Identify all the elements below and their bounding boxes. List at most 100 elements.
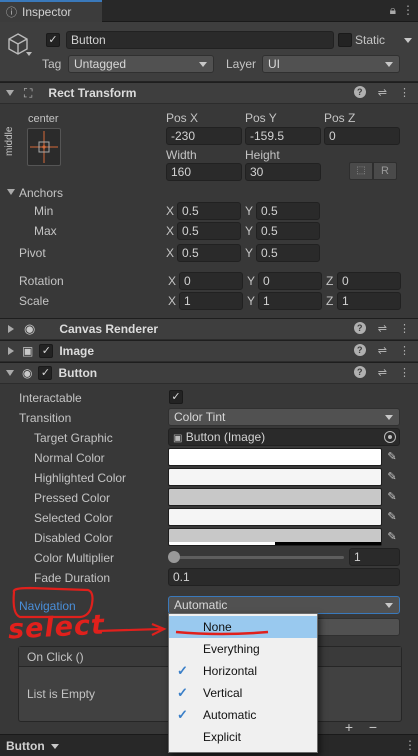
canvas-renderer-header[interactable]: ◉ Canvas Renderer ? ⇌ ⋮ (0, 318, 418, 340)
question-icon[interactable]: ? (353, 86, 366, 98)
target-graphic-value: Button (Image) (185, 430, 266, 444)
eyedropper-icon[interactable]: ✎ (385, 490, 399, 504)
tab-label: Inspector (22, 5, 72, 19)
question-icon[interactable]: ? (353, 366, 366, 378)
image-icon: ▣ (173, 433, 183, 444)
menu-item-horizontal[interactable]: ✓ Horizontal (169, 660, 317, 682)
target-icon[interactable] (384, 431, 396, 443)
image-enabled-checkbox[interactable]: ✓ (39, 344, 54, 358)
raw-edit-button[interactable]: R (373, 162, 397, 180)
fold-arrow-icon[interactable] (8, 347, 14, 355)
max-x-field[interactable]: 0.5 (177, 222, 241, 240)
menu-icon[interactable]: ⋮ (402, 3, 414, 18)
fold-arrow-icon[interactable] (8, 325, 14, 333)
button-header[interactable]: ◉ ✓ Button ? ⇌ ⋮ (0, 362, 418, 384)
color-multiplier-slider-handle[interactable] (168, 551, 180, 563)
button-enabled-checkbox[interactable]: ✓ (38, 366, 53, 380)
preset-icon[interactable]: ⇌ (378, 344, 387, 357)
highlighted-color-field[interactable] (168, 468, 382, 486)
pivot-x-field[interactable]: 0.5 (177, 244, 241, 262)
name-field[interactable]: Button (66, 31, 334, 49)
active-checkbox[interactable]: ✓ (46, 33, 60, 47)
more-icon[interactable]: ⋮ (399, 86, 410, 99)
object-selector[interactable]: Button (6, 738, 59, 754)
interactable-checkbox[interactable]: ✓ (169, 390, 183, 404)
rotation-y-field[interactable]: 0 (258, 272, 322, 290)
preset-icon[interactable]: ⇌ (378, 322, 387, 335)
max-x-axis: X (166, 224, 175, 238)
color-multiplier-slider-track[interactable] (172, 556, 344, 559)
min-label: Min (34, 204, 54, 218)
more-icon[interactable]: ⋮ (399, 322, 410, 335)
menu-item-explicit[interactable]: Explicit (169, 726, 317, 748)
pivot-y-field[interactable]: 0.5 (256, 244, 320, 262)
question-icon[interactable]: ? (353, 322, 366, 334)
layer-dropdown[interactable]: UI (262, 55, 400, 73)
rect-transform-header[interactable]: ⛶ Rect Transform ? ⇌ ⋮ (0, 82, 418, 104)
color-multiplier-field[interactable]: 1 (349, 548, 400, 566)
min-x-axis: X (166, 204, 175, 218)
chevron-down-icon[interactable] (26, 52, 32, 56)
check-icon: ✓ (177, 663, 188, 678)
eyedropper-icon[interactable]: ✎ (385, 450, 399, 464)
width-field[interactable]: 160 (166, 163, 242, 181)
tab-inspector[interactable]: ⓘ Inspector (0, 0, 102, 22)
posx-field[interactable]: -230 (166, 127, 242, 145)
onclick-remove-button[interactable]: − (366, 720, 380, 734)
pressed-color-field[interactable] (168, 488, 382, 506)
posz-label: Pos Z (324, 111, 356, 125)
transition-dropdown[interactable]: Color Tint (168, 408, 400, 426)
target-graphic-label: Target Graphic (34, 431, 113, 445)
eyedropper-icon[interactable]: ✎ (385, 530, 399, 544)
min-x-field[interactable]: 0.5 (177, 202, 241, 220)
scale-y-field[interactable]: 1 (258, 292, 322, 310)
min-y-field[interactable]: 0.5 (256, 202, 320, 220)
menu-item-everything[interactable]: Everything (169, 638, 317, 660)
anchors-fold-arrow-icon[interactable] (7, 189, 15, 195)
onclick-title: On Click () (27, 650, 84, 664)
layer-label: Layer (226, 57, 257, 71)
selected-color-field[interactable] (168, 508, 382, 526)
scale-z-field[interactable]: 1 (337, 292, 401, 310)
rotation-z-field[interactable]: 0 (337, 272, 401, 290)
annotation-arrow (95, 622, 167, 636)
fold-arrow-icon[interactable] (6, 90, 14, 96)
canvas-renderer-title: Canvas Renderer (59, 322, 159, 336)
lock-icon[interactable]: 🔒︎ (390, 3, 396, 18)
menu-item-none[interactable]: ✓ None (169, 616, 317, 638)
menu-item-vertical[interactable]: ✓ Vertical (169, 682, 317, 704)
target-graphic-field[interactable]: ▣ Button (Image) (168, 428, 400, 446)
navigation-dropdown[interactable]: Automatic (168, 596, 400, 614)
more-icon[interactable]: ⋮ (404, 738, 416, 752)
preset-icon[interactable]: ⇌ (378, 366, 387, 379)
height-label: Height (245, 148, 280, 162)
fade-duration-field[interactable]: 0.1 (168, 568, 400, 586)
scale-label: Scale (19, 294, 50, 308)
question-icon[interactable]: ? (353, 344, 366, 356)
static-dropdown-arrow[interactable] (404, 38, 412, 43)
selected-color-label: Selected Color (34, 511, 113, 525)
disabled-color-field[interactable] (168, 528, 382, 546)
static-checkbox[interactable] (338, 33, 352, 47)
blueprint-mode-button[interactable]: ⬚ (349, 162, 373, 180)
posz-field[interactable]: 0 (324, 127, 400, 145)
eyedropper-icon[interactable]: ✎ (385, 510, 399, 524)
more-icon[interactable]: ⋮ (399, 366, 410, 379)
anchor-preset-button[interactable] (27, 128, 61, 166)
height-field[interactable]: 30 (245, 163, 321, 181)
posy-field[interactable]: -159.5 (245, 127, 321, 145)
tag-dropdown[interactable]: Untagged (68, 55, 214, 73)
eyedropper-icon[interactable]: ✎ (385, 470, 399, 484)
rotation-x-field[interactable]: 0 (179, 272, 243, 290)
fold-arrow-icon[interactable] (6, 370, 14, 376)
width-label: Width (166, 148, 197, 162)
onclick-add-button[interactable]: + (342, 720, 356, 734)
max-y-field[interactable]: 0.5 (256, 222, 320, 240)
normal-color-field[interactable] (168, 448, 382, 466)
preset-icon[interactable]: ⇌ (378, 86, 387, 99)
more-icon[interactable]: ⋮ (399, 344, 410, 357)
image-header[interactable]: ▣ ✓ Image ? ⇌ ⋮ (0, 340, 418, 362)
menu-item-automatic[interactable]: ✓ Automatic (169, 704, 317, 726)
scale-x-field[interactable]: 1 (179, 292, 243, 310)
object-label: Button (6, 739, 45, 753)
